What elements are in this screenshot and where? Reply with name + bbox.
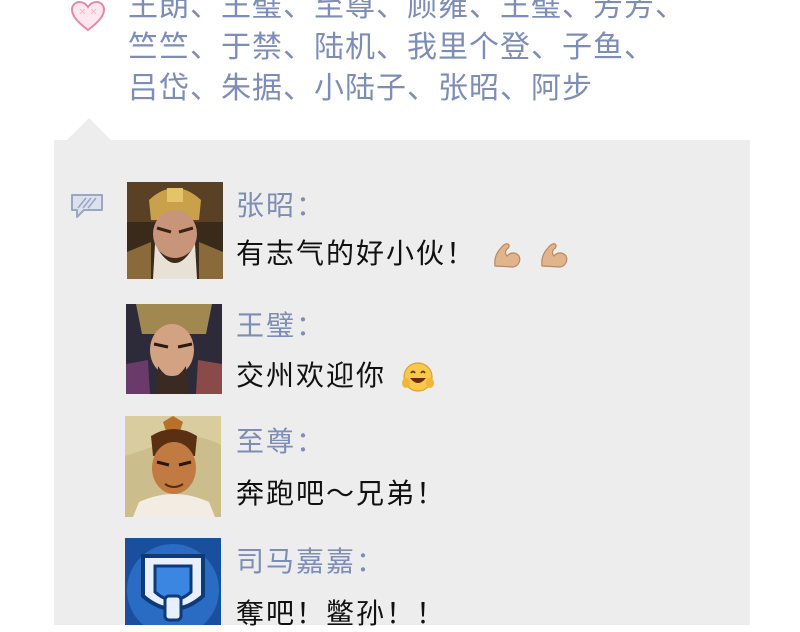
heart-icon — [70, 0, 106, 32]
likers-line[interactable]: 王朗、王璧、至尊、顾雍、王璧、芳芳、 — [128, 0, 748, 27]
comment-text-content: 奔跑吧～兄弟！ — [236, 477, 447, 510]
avatar[interactable] — [127, 182, 223, 279]
likes-row: 王朗、王璧、至尊、顾雍、王璧、芳芳、 竺竺、于禁、陆机、我里个登、子鱼、 吕岱、… — [0, 0, 800, 120]
likers-line[interactable]: 吕岱、朱据、小陆子、张昭、阿步 — [128, 68, 748, 109]
likers-list[interactable]: 王朗、王璧、至尊、顾雍、王璧、芳芳、 竺竺、于禁、陆机、我里个登、子鱼、 吕岱、… — [128, 0, 748, 109]
comment-text-content: 奪吧！鳖孙！！ — [236, 597, 447, 630]
comment-text-content: 有志气的好小伙！ — [236, 237, 477, 270]
flexed-biceps-icon — [494, 243, 521, 268]
grinning-face-icon — [401, 362, 434, 392]
comment-text: 奔跑吧～兄弟！ — [236, 472, 446, 512]
comment-text: 奪吧！鳖孙！！ — [236, 592, 446, 632]
comment-icon — [71, 194, 103, 218]
comment-author[interactable]: 司马嘉嘉： — [236, 540, 386, 580]
comments-panel: 张昭： 有志气的好小伙！ 王璧： 交州欢迎你 至尊： 奔跑吧～兄弟！ 司马嘉嘉：… — [54, 140, 750, 630]
avatar[interactable] — [125, 416, 221, 517]
comment-text: 有志气的好小伙！ — [236, 232, 570, 272]
avatar[interactable] — [125, 538, 221, 625]
comment-author[interactable]: 张昭： — [236, 184, 326, 224]
panel-pointer — [67, 118, 111, 140]
comment-author[interactable]: 至尊： — [236, 420, 326, 460]
comment-text-content: 交州欢迎你 — [236, 359, 387, 392]
comment-text: 交州欢迎你 — [236, 354, 435, 394]
flexed-biceps-icon — [541, 243, 568, 268]
avatar[interactable] — [126, 304, 222, 394]
likers-line[interactable]: 竺竺、于禁、陆机、我里个登、子鱼、 — [128, 27, 748, 68]
comment-author[interactable]: 王璧： — [236, 304, 326, 344]
